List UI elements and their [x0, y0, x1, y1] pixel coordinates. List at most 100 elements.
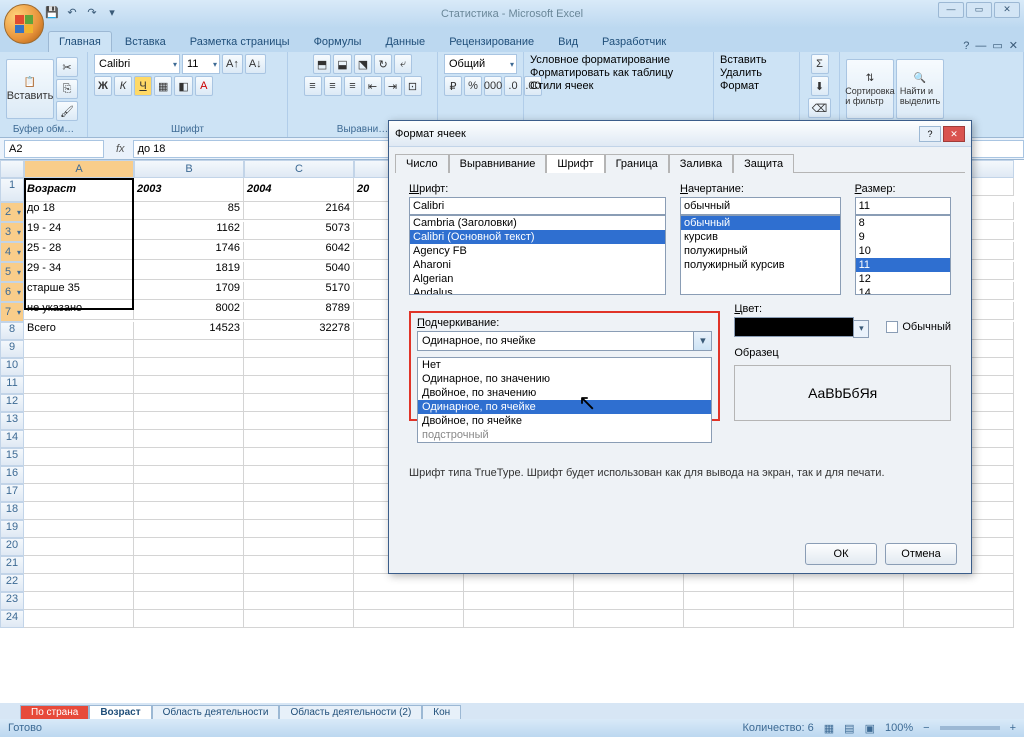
style-list[interactable]: обычный курсив полужирный полужирный кур… — [680, 215, 841, 295]
clear-icon[interactable]: ⌫ — [808, 98, 832, 118]
sheet-tab[interactable]: Область деятельности — [152, 705, 280, 720]
cell[interactable] — [244, 430, 354, 448]
cell[interactable] — [794, 592, 904, 610]
dlg-tab-number[interactable]: Число — [395, 154, 449, 173]
style-input[interactable] — [680, 197, 841, 215]
format-cells-button[interactable]: Формат — [720, 80, 759, 92]
cell[interactable]: 2003 — [134, 178, 244, 202]
dlg-tab-fill[interactable]: Заливка — [669, 154, 733, 173]
comma-icon[interactable]: 000 — [484, 76, 502, 96]
minimize-button[interactable]: — — [938, 2, 964, 18]
dialog-help-icon[interactable]: ? — [919, 126, 941, 142]
cell[interactable]: 1162 — [134, 222, 244, 240]
align-bottom-icon[interactable]: ⬔ — [354, 54, 372, 74]
cell[interactable] — [134, 394, 244, 412]
row-header[interactable]: 11 — [0, 376, 24, 394]
cell[interactable] — [244, 466, 354, 484]
underline-option[interactable]: Двойное, по ячейке — [418, 414, 711, 428]
cell[interactable] — [134, 502, 244, 520]
cell[interactable]: 1819 — [134, 262, 244, 280]
cell[interactable]: не указано — [24, 302, 134, 320]
cell[interactable] — [904, 610, 1014, 628]
fill-color-button[interactable]: ◧ — [174, 76, 192, 96]
row-header[interactable]: 4 — [0, 242, 24, 262]
tab-review[interactable]: Рецензирование — [438, 31, 545, 52]
border-button[interactable]: ▦ — [154, 76, 172, 96]
cell[interactable] — [24, 448, 134, 466]
row-header[interactable]: 7 — [0, 302, 24, 322]
cell[interactable] — [354, 574, 464, 592]
underline-option[interactable]: Одинарное, по ячейке — [418, 400, 711, 414]
row-header[interactable]: 10 — [0, 358, 24, 376]
cell[interactable]: 14523 — [134, 322, 244, 340]
dlg-tab-protection[interactable]: Защита — [733, 154, 794, 173]
font-name-select[interactable]: Calibri — [94, 54, 180, 74]
close-button[interactable]: ✕ — [994, 2, 1020, 18]
cell[interactable]: 2004 — [244, 178, 354, 202]
row-header[interactable]: 14 — [0, 430, 24, 448]
sheet-tab[interactable]: Кон — [422, 705, 461, 720]
row-header[interactable]: 12 — [0, 394, 24, 412]
view-layout-icon[interactable]: ▤ — [844, 722, 854, 735]
cell[interactable] — [134, 538, 244, 556]
cell[interactable] — [134, 448, 244, 466]
cell[interactable] — [134, 520, 244, 538]
cell[interactable] — [244, 358, 354, 376]
row-header[interactable]: 1 — [0, 178, 24, 202]
grow-font-icon[interactable]: A↑ — [222, 54, 243, 74]
number-format-select[interactable]: Общий — [444, 54, 517, 74]
cell[interactable] — [24, 394, 134, 412]
cell[interactable]: 32278 — [244, 322, 354, 340]
cell[interactable]: 8789 — [244, 302, 354, 320]
dialog-close-icon[interactable]: ✕ — [943, 126, 965, 142]
cell[interactable] — [574, 610, 684, 628]
indent-inc-icon[interactable]: ⇥ — [384, 76, 402, 96]
cell[interactable]: 19 - 24 — [24, 222, 134, 240]
cell[interactable]: Всего — [24, 322, 134, 340]
cell[interactable]: 1746 — [134, 242, 244, 260]
indent-dec-icon[interactable]: ⇤ — [364, 76, 382, 96]
cell[interactable] — [464, 592, 574, 610]
minimize-doc-icon[interactable]: — — [975, 40, 986, 52]
sort-filter-button[interactable]: ⇅Сортировка и фильтр — [846, 59, 894, 119]
zoom-out-icon[interactable]: − — [923, 722, 929, 734]
cell[interactable] — [244, 520, 354, 538]
cell[interactable] — [684, 592, 794, 610]
cell[interactable] — [24, 358, 134, 376]
color-swatch[interactable] — [734, 317, 854, 337]
help-icon[interactable]: ? — [963, 40, 969, 52]
cell[interactable] — [134, 484, 244, 502]
row-header[interactable]: 23 — [0, 592, 24, 610]
insert-cells-button[interactable]: Вставить — [720, 54, 767, 66]
cell[interactable]: Возраст — [24, 178, 134, 202]
sheet-tab[interactable]: Область деятельности (2) — [279, 705, 422, 720]
underline-button[interactable]: Ч — [134, 76, 152, 96]
tab-data[interactable]: Данные — [374, 31, 436, 52]
row-header[interactable]: 20 — [0, 538, 24, 556]
cell[interactable] — [464, 574, 574, 592]
row-header[interactable]: 5 — [0, 262, 24, 282]
cell[interactable] — [794, 574, 904, 592]
redo-icon[interactable]: ↷ — [84, 4, 100, 20]
format-as-table-button[interactable]: Форматировать как таблицу — [530, 67, 673, 79]
paste-button[interactable]: 📋Вставить — [6, 59, 54, 119]
size-input[interactable] — [855, 197, 951, 215]
delete-cells-button[interactable]: Удалить — [720, 67, 762, 79]
view-break-icon[interactable]: ▣ — [865, 722, 875, 735]
dlg-tab-font[interactable]: Шрифт — [546, 154, 604, 173]
col-header[interactable]: C — [244, 160, 354, 178]
cell[interactable] — [24, 592, 134, 610]
cell[interactable]: 6042 — [244, 242, 354, 260]
cell[interactable] — [464, 610, 574, 628]
zoom-slider[interactable] — [940, 726, 1000, 730]
sheet-tab[interactable]: По страна — [20, 705, 89, 720]
cell[interactable] — [24, 520, 134, 538]
row-header[interactable]: 15 — [0, 448, 24, 466]
autosum-icon[interactable]: Σ — [811, 54, 829, 74]
save-icon[interactable]: 💾 — [44, 4, 60, 20]
cell[interactable] — [134, 358, 244, 376]
cell[interactable] — [134, 340, 244, 358]
cell[interactable]: 25 - 28 — [24, 242, 134, 260]
fx-icon[interactable]: fx — [108, 143, 133, 155]
row-header[interactable]: 22 — [0, 574, 24, 592]
